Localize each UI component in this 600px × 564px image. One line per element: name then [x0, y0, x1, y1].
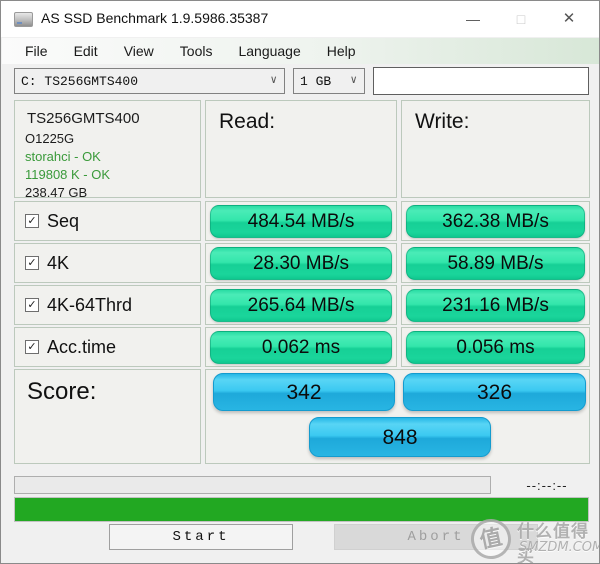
progress-bar — [14, 497, 589, 522]
4k64-checkbox[interactable]: ✓ — [25, 298, 39, 312]
4k-label: 4K — [47, 252, 70, 273]
menu-bar: File Edit View Tools Language Help — [2, 38, 599, 64]
chevron-down-icon: ∨ — [350, 75, 357, 87]
alignment-status: 119808 K - OK — [25, 167, 111, 182]
score-total-value: 848 — [309, 417, 491, 457]
seq-read-cell: 484.54 MB/s — [205, 201, 397, 241]
4k-read-cell: 28.30 MB/s — [205, 243, 397, 283]
chevron-down-icon: ∨ — [270, 75, 277, 87]
menu-file[interactable]: File — [12, 39, 61, 63]
row-4k: ✓ 4K — [14, 243, 201, 283]
acctime-read-value: 0.062 ms — [210, 331, 392, 364]
app-window: AS SSD Benchmark 1.9.5986.35387 — □ ✕ Fi… — [0, 0, 600, 564]
abort-button[interactable]: Abort — [334, 524, 538, 550]
row-4k64: ✓ 4K-64Thrd — [14, 285, 201, 325]
menu-edit[interactable]: Edit — [61, 39, 111, 63]
seq-write-value: 362.38 MB/s — [406, 205, 585, 238]
write-header-label: Write: — [415, 110, 470, 133]
score-label: Score: — [27, 378, 97, 405]
4k64-read-value: 265.64 MB/s — [210, 289, 392, 322]
score-panel: Score: — [14, 369, 201, 464]
seq-checkbox[interactable]: ✓ — [25, 214, 39, 228]
4k-write-value: 58.89 MB/s — [406, 247, 585, 280]
status-bar — [14, 476, 491, 494]
4k64-write-value: 231.16 MB/s — [406, 289, 585, 322]
drive-firmware: O1225G — [25, 131, 75, 146]
acctime-write-value: 0.056 ms — [406, 331, 585, 364]
read-header-label: Read: — [219, 110, 276, 133]
4k64-label: 4K-64Thrd — [47, 294, 133, 315]
app-drive-icon — [14, 12, 33, 27]
acctime-read-cell: 0.062 ms — [205, 327, 397, 367]
test-size-value: 1 GB — [300, 73, 332, 89]
title-bar: AS SSD Benchmark 1.9.5986.35387 — □ ✕ — [1, 1, 599, 37]
drive-select-value: C: TS256GMTS400 — [21, 73, 139, 89]
maximize-button[interactable]: □ — [499, 1, 543, 37]
score-read-value: 342 — [213, 373, 395, 411]
acctime-write-cell: 0.056 ms — [401, 327, 590, 367]
score-write-value: 326 — [403, 373, 586, 411]
seq-read-value: 484.54 MB/s — [210, 205, 392, 238]
drive-info-panel: TS256GMTS400 O1225G storahci - OK 119808… — [14, 100, 201, 200]
elapsed-time: --:--:-- — [526, 478, 568, 493]
write-column-header: Write: — [401, 100, 590, 198]
drive-model: TS256GMTS400 — [27, 110, 140, 127]
free-text-field[interactable] — [373, 67, 589, 95]
driver-status: storahci - OK — [25, 149, 101, 164]
acctime-checkbox[interactable]: ✓ — [25, 340, 39, 354]
row-acctime: ✓ Acc.time — [14, 327, 201, 367]
drive-capacity: 238.47 GB — [25, 185, 88, 200]
minimize-button[interactable]: — — [451, 1, 495, 37]
acctime-label: Acc.time — [47, 336, 117, 357]
window-title: AS SSD Benchmark 1.9.5986.35387 — [41, 10, 269, 26]
read-column-header: Read: — [205, 100, 397, 198]
seq-label: Seq — [47, 210, 80, 231]
row-seq: ✓ Seq — [14, 201, 201, 241]
close-button[interactable]: ✕ — [547, 1, 591, 37]
menu-view[interactable]: View — [111, 39, 167, 63]
test-size-select[interactable]: 1 GB ∨ — [293, 68, 365, 94]
start-button[interactable]: Start — [109, 524, 293, 550]
4k-write-cell: 58.89 MB/s — [401, 243, 590, 283]
menu-language[interactable]: Language — [225, 39, 313, 63]
4k64-read-cell: 265.64 MB/s — [205, 285, 397, 325]
menu-tools[interactable]: Tools — [167, 39, 226, 63]
seq-write-cell: 362.38 MB/s — [401, 201, 590, 241]
4k-read-value: 28.30 MB/s — [210, 247, 392, 280]
4k-checkbox[interactable]: ✓ — [25, 256, 39, 270]
drive-select[interactable]: C: TS256GMTS400 ∨ — [14, 68, 285, 94]
progress-fill — [15, 498, 588, 521]
menu-help[interactable]: Help — [314, 39, 369, 63]
4k64-write-cell: 231.16 MB/s — [401, 285, 590, 325]
